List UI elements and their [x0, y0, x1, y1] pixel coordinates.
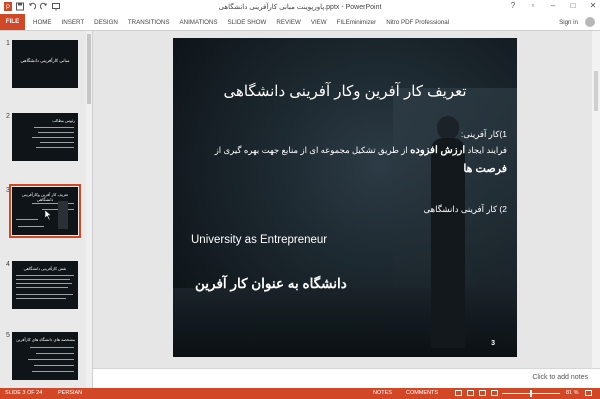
thumbnail-text-line — [16, 219, 38, 220]
thumbnail-text-line — [32, 371, 74, 372]
thumbnail-number: 2 — [6, 113, 10, 120]
thumbnail-figure — [58, 201, 68, 229]
thumbnail-text-line — [34, 127, 74, 128]
slide-thumbnail-4[interactable]: نقش کارآفرینی دانشگاهی — [12, 261, 78, 309]
thumbnail-title: مشخصه های دانشگاه های کارآفرین — [16, 337, 75, 342]
scrollbar-thumb[interactable] — [594, 71, 598, 111]
slide-indicator: SLIDE 3 OF 24 — [5, 390, 43, 396]
ribbon-tabs: FILE HOME INSERT DESIGN TRANSITIONS ANIM… — [0, 14, 600, 31]
comments-button[interactable]: COMMENTS — [406, 390, 438, 396]
farsi-line[interactable]: دانشگاه به عنوان کار آفرین — [195, 276, 347, 292]
notes-pane[interactable]: Click to add notes — [93, 368, 600, 389]
slide-sorter-icon[interactable] — [467, 390, 474, 396]
bullet-2[interactable]: 2) کار آفرینی دانشگاهی — [424, 204, 507, 215]
slide-thumbnail-2[interactable]: رئوس مطالب — [12, 113, 78, 161]
bullet-1-pre: فرایند ایجاد — [467, 145, 507, 155]
thumbnail-text-line — [16, 287, 68, 288]
view-buttons — [455, 390, 498, 396]
notes-placeholder[interactable]: Click to add notes — [532, 374, 588, 381]
background-person — [431, 138, 465, 348]
tab-insert[interactable]: INSERT — [62, 19, 85, 26]
status-bar: SLIDE 3 OF 24 PERSIAN NOTES COMMENTS 81 … — [0, 388, 600, 399]
thumbnail-text-line — [16, 294, 73, 295]
bullet-1-heading[interactable]: 1)کار آفرینی: — [461, 129, 507, 140]
thumbnail-number: 4 — [6, 261, 10, 268]
tab-file[interactable]: FILE — [0, 14, 25, 30]
thumbnail-number: 1 — [6, 40, 10, 47]
sign-in-link[interactable]: Sign in — [559, 19, 578, 26]
tab-slide-show[interactable]: SLIDE SHOW — [228, 19, 267, 26]
bullet-1-bold: ارزش افزوده — [410, 145, 466, 156]
current-slide[interactable]: تعریف کار آفرین وکار آفرینی دانشگاهی 1)ک… — [173, 38, 517, 357]
thumbnail-text-line — [18, 226, 44, 227]
slide-title[interactable]: تعریف کار آفرین وکار آفرینی دانشگاهی — [173, 82, 517, 100]
thumbnail-text-line — [38, 132, 74, 133]
english-line[interactable]: University as Entrepreneur — [191, 234, 327, 246]
help-icon[interactable]: ? — [508, 1, 518, 10]
window-controls: ? ▫ – □ ✕ — [508, 1, 598, 10]
notes-button[interactable]: NOTES — [373, 390, 392, 396]
tab-animations[interactable]: ANIMATIONS — [179, 19, 217, 26]
background-floor — [173, 288, 517, 357]
close-icon[interactable]: ✕ — [588, 1, 598, 10]
tab-transitions[interactable]: TRANSITIONS — [128, 19, 170, 26]
thumbnail-title: رئوس مطالب — [52, 118, 75, 123]
tab-view[interactable]: VIEW — [311, 19, 327, 26]
editor-scrollbar[interactable] — [592, 31, 600, 368]
background-person-head — [437, 116, 459, 140]
thumbnail-text-line — [16, 275, 74, 276]
fit-to-window-icon[interactable] — [585, 390, 592, 396]
slide-number: 3 — [491, 340, 495, 347]
minimize-icon[interactable]: – — [548, 1, 558, 10]
bullet-1-post: از طریق تشکیل مجموعه ای از منابع جهت بهر… — [214, 145, 408, 155]
tab-nitro-pdf[interactable]: Nitro PDF Professional — [386, 19, 449, 26]
tab-design[interactable]: DESIGN — [94, 19, 118, 26]
title-bar: P پاورپوینت مبانی کارآفرینی دانشگاهی.ppt… — [0, 0, 600, 14]
slide-thumbnail-3[interactable]: تعریف کار آفرین وکارآفرینی دانشگاهی — [9, 184, 81, 238]
zoom-slider-knob[interactable] — [530, 390, 532, 397]
thumbnail-number: 3 — [6, 187, 10, 194]
scrollbar-thumb[interactable] — [87, 34, 91, 104]
slideshow-view-icon[interactable] — [491, 390, 498, 396]
thumbnail-text-line — [16, 298, 66, 299]
ribbon-display-icon[interactable]: ▫ — [528, 1, 538, 10]
bullet-1-tail[interactable]: فرصت ها — [463, 162, 507, 175]
thumbnail-number: 5 — [6, 332, 10, 339]
normal-view-icon[interactable] — [455, 390, 462, 396]
thumbnail-text-line — [34, 365, 74, 366]
zoom-level[interactable]: 81 % — [566, 390, 579, 396]
slide-thumbnail-5[interactable]: مشخصه های دانشگاه های کارآفرین — [12, 332, 78, 380]
avatar[interactable] — [585, 17, 595, 27]
bullet-1-text[interactable]: فرایند ایجاد ارزش افزوده از طریق تشکیل م… — [177, 145, 507, 156]
thumbnail-text-line — [36, 147, 74, 148]
slide-thumbnail-1[interactable]: مبانی کارآفرینی دانشگاهی — [12, 40, 78, 88]
thumbnail-text-line — [28, 359, 74, 360]
thumbnail-scrollbar[interactable] — [86, 31, 92, 388]
language-indicator[interactable]: PERSIAN — [58, 390, 82, 396]
maximize-icon[interactable]: □ — [568, 1, 578, 10]
tab-fileminimizer[interactable]: FILEminimizer — [337, 19, 377, 26]
thumbnail-text-line — [32, 137, 74, 138]
tab-review[interactable]: REVIEW — [276, 19, 300, 26]
thumbnail-text-line — [16, 283, 72, 284]
tab-home[interactable]: HOME — [33, 19, 52, 26]
thumbnail-text-line — [16, 279, 70, 280]
mouse-cursor-icon — [45, 210, 52, 220]
slide-thumbnail-pane: 1 مبانی کارآفرینی دانشگاهی 2 رئوس مطالب … — [0, 31, 93, 388]
thumbnail-text-line — [30, 347, 74, 348]
thumbnail-title: نقش کارآفرینی دانشگاهی — [23, 266, 67, 271]
thumbnail-text-line — [40, 142, 74, 143]
thumbnail-text-line — [36, 353, 74, 354]
reading-view-icon[interactable] — [479, 390, 486, 396]
thumbnail-title: مبانی کارآفرینی دانشگاهی — [20, 58, 70, 63]
